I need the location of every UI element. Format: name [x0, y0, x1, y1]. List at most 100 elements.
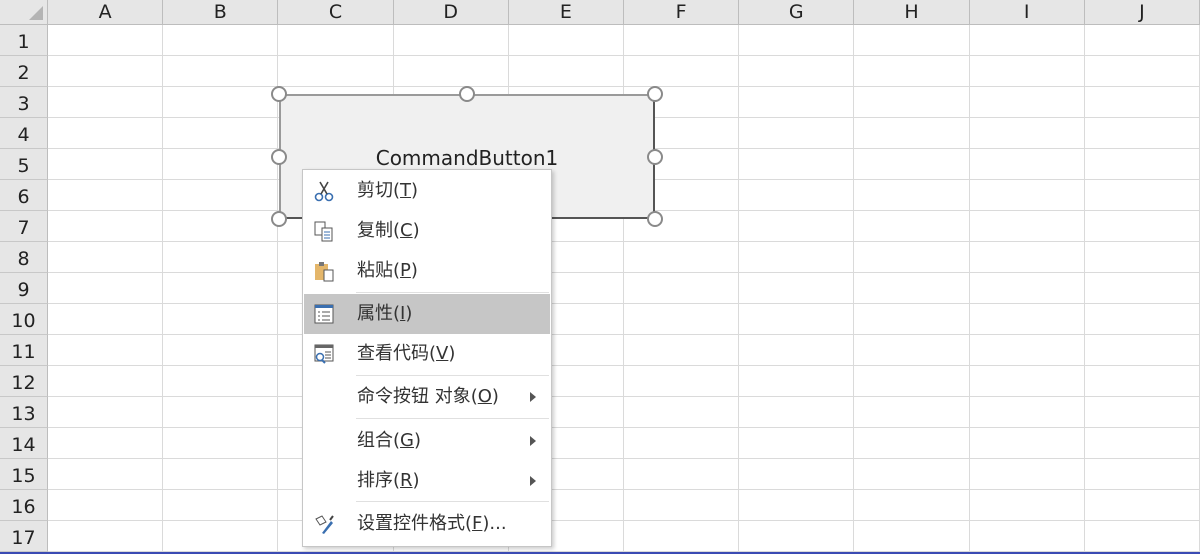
menu-item-cut[interactable]: 剪切(T) [304, 171, 550, 211]
properties-icon [314, 304, 334, 324]
menu-item-label: 命令按钮 对象( [357, 386, 478, 407]
copy-icon [314, 221, 333, 242]
menu-item-label: G [400, 430, 414, 451]
menu-item-label: ) [491, 386, 499, 407]
menu-item-label: V [436, 343, 449, 364]
menu-item-commandbutton-object[interactable]: 命令按钮 对象(O) [304, 377, 550, 417]
menu-item-label: P [400, 260, 411, 281]
gridline [48, 241, 1200, 242]
row-header-2[interactable]: 2 [0, 56, 48, 87]
command-button-caption: CommandButton1 [375, 146, 559, 170]
menu-item-label: 命令按钮 对象(O) [357, 377, 499, 417]
menu-item-properties[interactable]: 属性(I) [304, 294, 550, 334]
menu-separator [356, 501, 549, 502]
column-header-H[interactable]: H [854, 0, 970, 25]
column-header-G[interactable]: G [739, 0, 855, 25]
menu-item-label: 排序(R) [357, 461, 420, 501]
menu-item-copy[interactable]: 复制(C) [304, 211, 550, 251]
menu-item-label: ) [410, 260, 418, 281]
menu-item-label: R [400, 470, 413, 491]
menu-item-label: ) [411, 180, 419, 201]
gridline [48, 55, 1200, 56]
column-header-F[interactable]: F [624, 0, 740, 25]
menu-item-label: O [477, 386, 492, 407]
row-header-4[interactable]: 4 [0, 118, 48, 149]
menu-item-label: 粘贴(P) [357, 251, 418, 291]
column-header-J[interactable]: J [1084, 0, 1200, 25]
menu-item-label: 属性(I) [357, 294, 412, 334]
gridline [48, 520, 1200, 521]
menu-item-format-control[interactable]: 设置控件格式(F)... [304, 504, 550, 544]
resize-handle[interactable] [647, 86, 663, 102]
menu-separator [356, 418, 549, 419]
menu-item-label: 属性( [357, 303, 401, 324]
menu-item-label: 查看代码(V) [357, 334, 455, 374]
menu-separator [356, 375, 549, 376]
row-header-10[interactable]: 10 [0, 304, 48, 335]
row-header-17[interactable]: 17 [0, 521, 48, 552]
row-header-8[interactable]: 8 [0, 242, 48, 273]
row-header-16[interactable]: 16 [0, 490, 48, 521]
menu-item-label: F [472, 513, 483, 534]
gridline [853, 25, 855, 554]
gridline [738, 25, 740, 554]
row-header-13[interactable]: 13 [0, 397, 48, 428]
row-header-15[interactable]: 15 [0, 459, 48, 490]
resize-handle[interactable] [271, 149, 287, 165]
resize-handle[interactable] [271, 86, 287, 102]
column-header-C[interactable]: C [278, 0, 394, 25]
spreadsheet-grid[interactable]: A B C D E F G H I J 1 2 3 4 5 6 7 8 9 10 11 12 13 14 15 16 17 [0, 0, 1200, 554]
menu-item-view-code[interactable]: 查看代码(V) [304, 334, 550, 374]
menu-item-label: 组合( [357, 430, 401, 451]
resize-handle[interactable] [647, 149, 663, 165]
gridline [48, 365, 1200, 366]
menu-item-group[interactable]: 组合(G) [304, 421, 550, 461]
row-header-9[interactable]: 9 [0, 273, 48, 304]
gridline [48, 86, 1200, 87]
select-all-button[interactable] [0, 0, 48, 25]
row-header-11[interactable]: 11 [0, 335, 48, 366]
row-header-5[interactable]: 5 [0, 149, 48, 180]
gridline [162, 25, 164, 554]
format-control-icon [315, 515, 334, 534]
menu-item-label: 设置控件格式( [357, 513, 473, 534]
row-header-7[interactable]: 7 [0, 211, 48, 242]
column-header-B[interactable]: B [163, 0, 279, 25]
submenu-arrow-icon [530, 392, 536, 402]
resize-handle[interactable] [459, 86, 475, 102]
column-header-I[interactable]: I [969, 0, 1085, 25]
menu-item-label: 组合(G) [357, 421, 421, 461]
menu-item-label: ) [413, 430, 422, 451]
gridline [48, 303, 1200, 304]
row-header-14[interactable]: 14 [0, 428, 48, 459]
row-header-1[interactable]: 1 [0, 25, 48, 56]
menu-item-label: 查看代码( [357, 343, 437, 364]
resize-handle[interactable] [647, 211, 663, 227]
gridline [48, 489, 1200, 490]
gridline [48, 272, 1200, 273]
submenu-arrow-icon [530, 436, 536, 446]
gridline [968, 25, 970, 554]
menu-item-paste[interactable]: 粘贴(P) [304, 251, 550, 291]
menu-item-label: 剪切(T) [357, 171, 418, 211]
submenu-arrow-icon [530, 476, 536, 486]
row-header-12[interactable]: 12 [0, 366, 48, 397]
column-header-E[interactable]: E [508, 0, 624, 25]
column-header-A[interactable]: A [48, 0, 164, 25]
gridline [48, 427, 1200, 428]
menu-item-label: ) [448, 343, 456, 364]
gridline [48, 458, 1200, 459]
menu-item-label: 剪切( [357, 180, 401, 201]
row-header-6[interactable]: 6 [0, 180, 48, 211]
context-menu: 剪切(T) 复制(C) 粘贴(P) 属性(I) 查看代码(V) 命令按钮 对象(… [302, 169, 552, 547]
menu-item-label: C [400, 220, 413, 241]
menu-item-label: ) [405, 303, 413, 324]
menu-item-label: 粘贴( [357, 260, 401, 281]
column-header-D[interactable]: D [393, 0, 509, 25]
row-header-3[interactable]: 3 [0, 87, 48, 118]
resize-handle[interactable] [271, 211, 287, 227]
menu-item-label: ) [412, 220, 420, 241]
paste-icon [315, 262, 334, 282]
menu-item-label: 设置控件格式(F)... [357, 504, 507, 544]
menu-item-order[interactable]: 排序(R) [304, 461, 550, 501]
